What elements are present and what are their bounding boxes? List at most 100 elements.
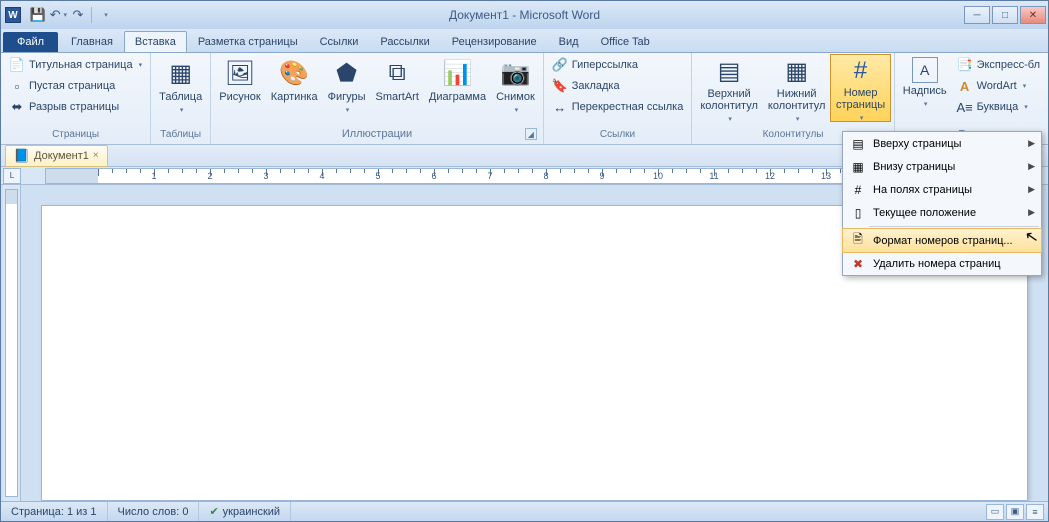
wordart-icon: A [957, 78, 973, 94]
bookmark-icon: 🔖 [552, 78, 568, 94]
blank-page-icon: ▫ [9, 78, 25, 94]
status-page[interactable]: Страница: 1 из 1 [1, 502, 108, 521]
submenu-arrow-icon: ▶ [1028, 184, 1035, 195]
bottom-of-page-icon: ▦ [849, 158, 867, 176]
page-break-icon: ⬌ [9, 99, 25, 115]
tab-insert[interactable]: Вставка [124, 31, 187, 52]
tab-review[interactable]: Рецензирование [441, 31, 548, 52]
qat-customize-button[interactable]: ▾ [96, 6, 114, 24]
crossref-button[interactable]: ↔Перекрестная ссылка [548, 97, 688, 117]
tab-page-layout[interactable]: Разметка страницы [187, 31, 309, 52]
menu-top-of-page[interactable]: ▤ Вверху страницы ▶ [843, 132, 1041, 155]
menu-remove-page-numbers[interactable]: ✖Удалить номера страниц [843, 252, 1041, 275]
smartart-button[interactable]: ⧉SmartArt [372, 55, 423, 121]
screenshot-button[interactable]: 📷Снимок▾ [492, 55, 539, 121]
shapes-icon: ⬟ [331, 57, 363, 89]
tab-mailings[interactable]: Рассылки [369, 31, 440, 52]
submenu-arrow-icon: ▶ [1028, 138, 1035, 149]
view-print-layout[interactable]: ▭ [986, 504, 1004, 520]
hyperlink-label: Гиперссылка [572, 59, 638, 71]
status-language[interactable]: ✔украинский [199, 502, 291, 521]
page-margins-icon: # [849, 181, 867, 199]
menu-top-of-page-label: Вверху страницы [873, 138, 961, 150]
close-button[interactable]: ✕ [1020, 6, 1046, 24]
save-icon: 💾 [30, 7, 46, 23]
group-illus-label: Иллюстрации◢ [215, 126, 539, 142]
format-numbers-icon: 🖹 [849, 232, 867, 250]
crossref-label: Перекрестная ссылка [572, 101, 684, 113]
submenu-arrow-icon: ▶ [1028, 207, 1035, 218]
clipart-button[interactable]: 🎨Картинка [267, 55, 322, 121]
tab-references[interactable]: Ссылки [309, 31, 370, 52]
page-number-button[interactable]: #Номерстраницы ▾ [831, 55, 889, 121]
view-full-screen[interactable]: ▣ [1006, 504, 1024, 520]
footer-button[interactable]: ▦Нижнийколонтитул ▾ [764, 55, 830, 121]
menu-current-position-label: Текущее положение [873, 207, 976, 219]
shapes-label: Фигуры [328, 91, 366, 103]
chart-button[interactable]: 📊Диаграмма [425, 55, 490, 121]
page-break-button[interactable]: ⬌ Разрыв страницы [5, 97, 146, 117]
maximize-button[interactable]: □ [992, 6, 1018, 24]
picture-icon: 🖼 [224, 57, 256, 89]
title-bar: W 💾 ↶▾ ↷ ▾ Документ1 - Microsoft Word ─ … [1, 1, 1048, 29]
express-blocks-icon: 📑 [957, 57, 973, 73]
cover-page-button[interactable]: 📄Титульная страница▾ [5, 55, 146, 75]
status-word-count[interactable]: Число слов: 0 [108, 502, 200, 521]
screenshot-label: Снимок [496, 91, 535, 103]
hyperlink-button[interactable]: 🔗 Гиперссылка [548, 55, 688, 75]
menu-bottom-of-page[interactable]: ▦ Внизу страницы ▶ [843, 155, 1041, 178]
table-button[interactable]: ▦ Таблица▾ [155, 55, 206, 121]
submenu-arrow-icon: ▶ [1028, 161, 1035, 172]
remove-numbers-icon: ✖ [849, 255, 867, 273]
screenshot-icon: 📷 [499, 57, 531, 89]
minimize-button[interactable]: ─ [964, 6, 990, 24]
menu-format-page-numbers[interactable]: 🖹Формат номеров страниц... [843, 229, 1041, 252]
shapes-button[interactable]: ⬟Фигуры▾ [324, 55, 370, 121]
file-tab[interactable]: Файл [3, 32, 58, 52]
clipart-icon: 🎨 [278, 57, 310, 89]
hyperlink-icon: 🔗 [552, 57, 568, 73]
redo-icon: ↷ [70, 7, 86, 23]
status-bar: Страница: 1 из 1 Число слов: 0 ✔украинск… [1, 501, 1048, 521]
tab-selector-button[interactable]: L [3, 168, 21, 184]
window-title: Документ1 - Microsoft Word [449, 8, 600, 22]
page-break-label: Разрыв страницы [29, 101, 119, 113]
blank-page-button[interactable]: ▫Пустая страница [5, 76, 146, 96]
qat-redo-button[interactable]: ↷ [69, 6, 87, 24]
page-number-icon: # [845, 57, 877, 85]
menu-bottom-of-page-label: Внизу страницы [873, 161, 955, 173]
menu-page-margins[interactable]: #На полях страницы▶ [843, 178, 1041, 201]
dropcap-label: Буквица [977, 101, 1019, 113]
header-icon: ▤ [713, 57, 745, 86]
express-blocks-button[interactable]: 📑Экспресс-бл [953, 55, 1044, 75]
top-of-page-icon: ▤ [849, 135, 867, 153]
table-label: Таблица [159, 91, 202, 103]
table-icon: ▦ [165, 57, 197, 89]
document-tab-close[interactable]: × [93, 150, 99, 161]
bookmark-label: Закладка [572, 80, 620, 92]
textbox-button[interactable]: AНадпись▾ [899, 55, 951, 121]
undo-icon: ↶ [49, 7, 61, 23]
view-web-layout[interactable]: ≡ [1026, 504, 1044, 520]
picture-button[interactable]: 🖼 Рисунок [215, 55, 265, 121]
quick-access-toolbar: 💾 ↶▾ ↷ ▾ [29, 6, 114, 24]
bookmark-button[interactable]: 🔖 Закладка [548, 76, 688, 96]
wordart-button[interactable]: AWordArt▾ [953, 76, 1044, 96]
header-button[interactable]: ▤Верхнийколонтитул ▾ [696, 55, 762, 121]
qat-undo-button[interactable]: ↶▾ [49, 6, 67, 24]
tab-home[interactable]: Главная [60, 31, 124, 52]
picture-label: Рисунок [219, 91, 261, 103]
footer-icon: ▦ [781, 57, 813, 86]
menu-current-position[interactable]: ▯Текущее положение▶ [843, 201, 1041, 224]
tab-view[interactable]: Вид [548, 31, 590, 52]
illus-dialog-launcher[interactable]: ◢ [525, 128, 537, 140]
page-number-menu: ▤ Вверху страницы ▶ ▦ Внизу страницы ▶ #На п… [842, 131, 1042, 276]
ribbon-tabs: Файл Главная Вставка Разметка страницы С… [1, 29, 1048, 53]
word-doc-icon: 📘 [14, 148, 30, 164]
dropcap-button[interactable]: A≡Буквица▾ [953, 97, 1044, 117]
document-tab[interactable]: 📘 Документ1 × [5, 145, 108, 167]
vertical-ruler[interactable] [3, 185, 21, 501]
qat-save-button[interactable]: 💾 [29, 6, 47, 24]
tab-office-tab[interactable]: Office Tab [590, 31, 661, 52]
header-label: Верхнийколонтитул [700, 88, 758, 112]
